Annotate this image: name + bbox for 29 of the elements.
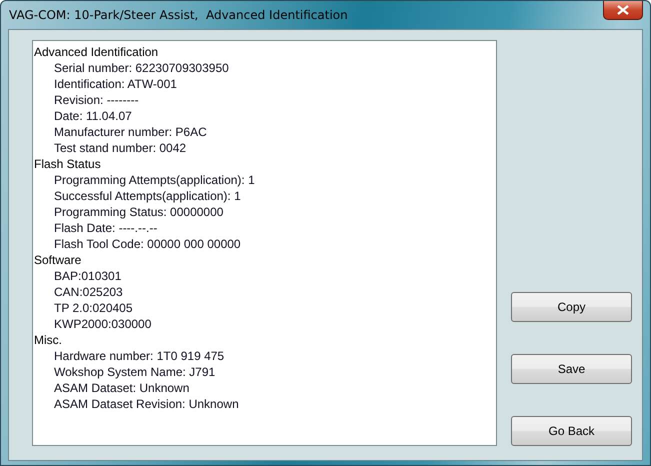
- close-icon: [617, 5, 629, 15]
- info-line: Test stand number: 0042: [53, 140, 188, 156]
- section-heading: Misc.: [34, 332, 63, 348]
- info-line: ASAM Dataset Revision: Unknown: [53, 396, 240, 412]
- info-line: Identification: ATW-001: [53, 76, 178, 92]
- info-line: KWP2000:030000: [53, 316, 152, 332]
- section-heading: Software: [34, 252, 82, 268]
- info-line: ASAM Dataset: Unknown: [53, 380, 190, 396]
- info-line: Serial number: 62230709303950: [53, 60, 230, 76]
- info-line: Successful Attempts(application): 1: [53, 188, 242, 204]
- info-line: Date: 11.04.07: [53, 108, 133, 124]
- section-heading: Advanced Identification: [34, 44, 160, 60]
- info-line: Manufacturer number: P6AC: [53, 124, 208, 140]
- info-line: TP 2.0:020405: [53, 300, 134, 316]
- info-line: Flash Date: ----.--.--: [53, 220, 158, 236]
- section-heading: Flash Status: [34, 156, 102, 172]
- action-button[interactable]: Copy: [511, 292, 632, 322]
- info-line: Flash Tool Code: 00000 000 00000: [53, 236, 242, 252]
- info-line: Programming Status: 00000000: [53, 204, 224, 220]
- close-button[interactable]: [603, 1, 643, 20]
- info-line: Hardware number: 1T0 919 475: [53, 348, 226, 364]
- info-line: Revision: --------: [53, 92, 140, 108]
- info-line: Wokshop System Name: J791: [53, 364, 216, 380]
- info-line: CAN:025203: [53, 284, 124, 300]
- action-button[interactable]: Save: [511, 354, 632, 384]
- action-button[interactable]: Go Back: [511, 416, 632, 446]
- info-line: Programming Attempts(application): 1: [53, 172, 256, 188]
- info-line: BAP:010301: [53, 268, 122, 284]
- window-title: VAG-COM: 10-Park/Steer Assist, Advanced Identification: [9, 8, 348, 22]
